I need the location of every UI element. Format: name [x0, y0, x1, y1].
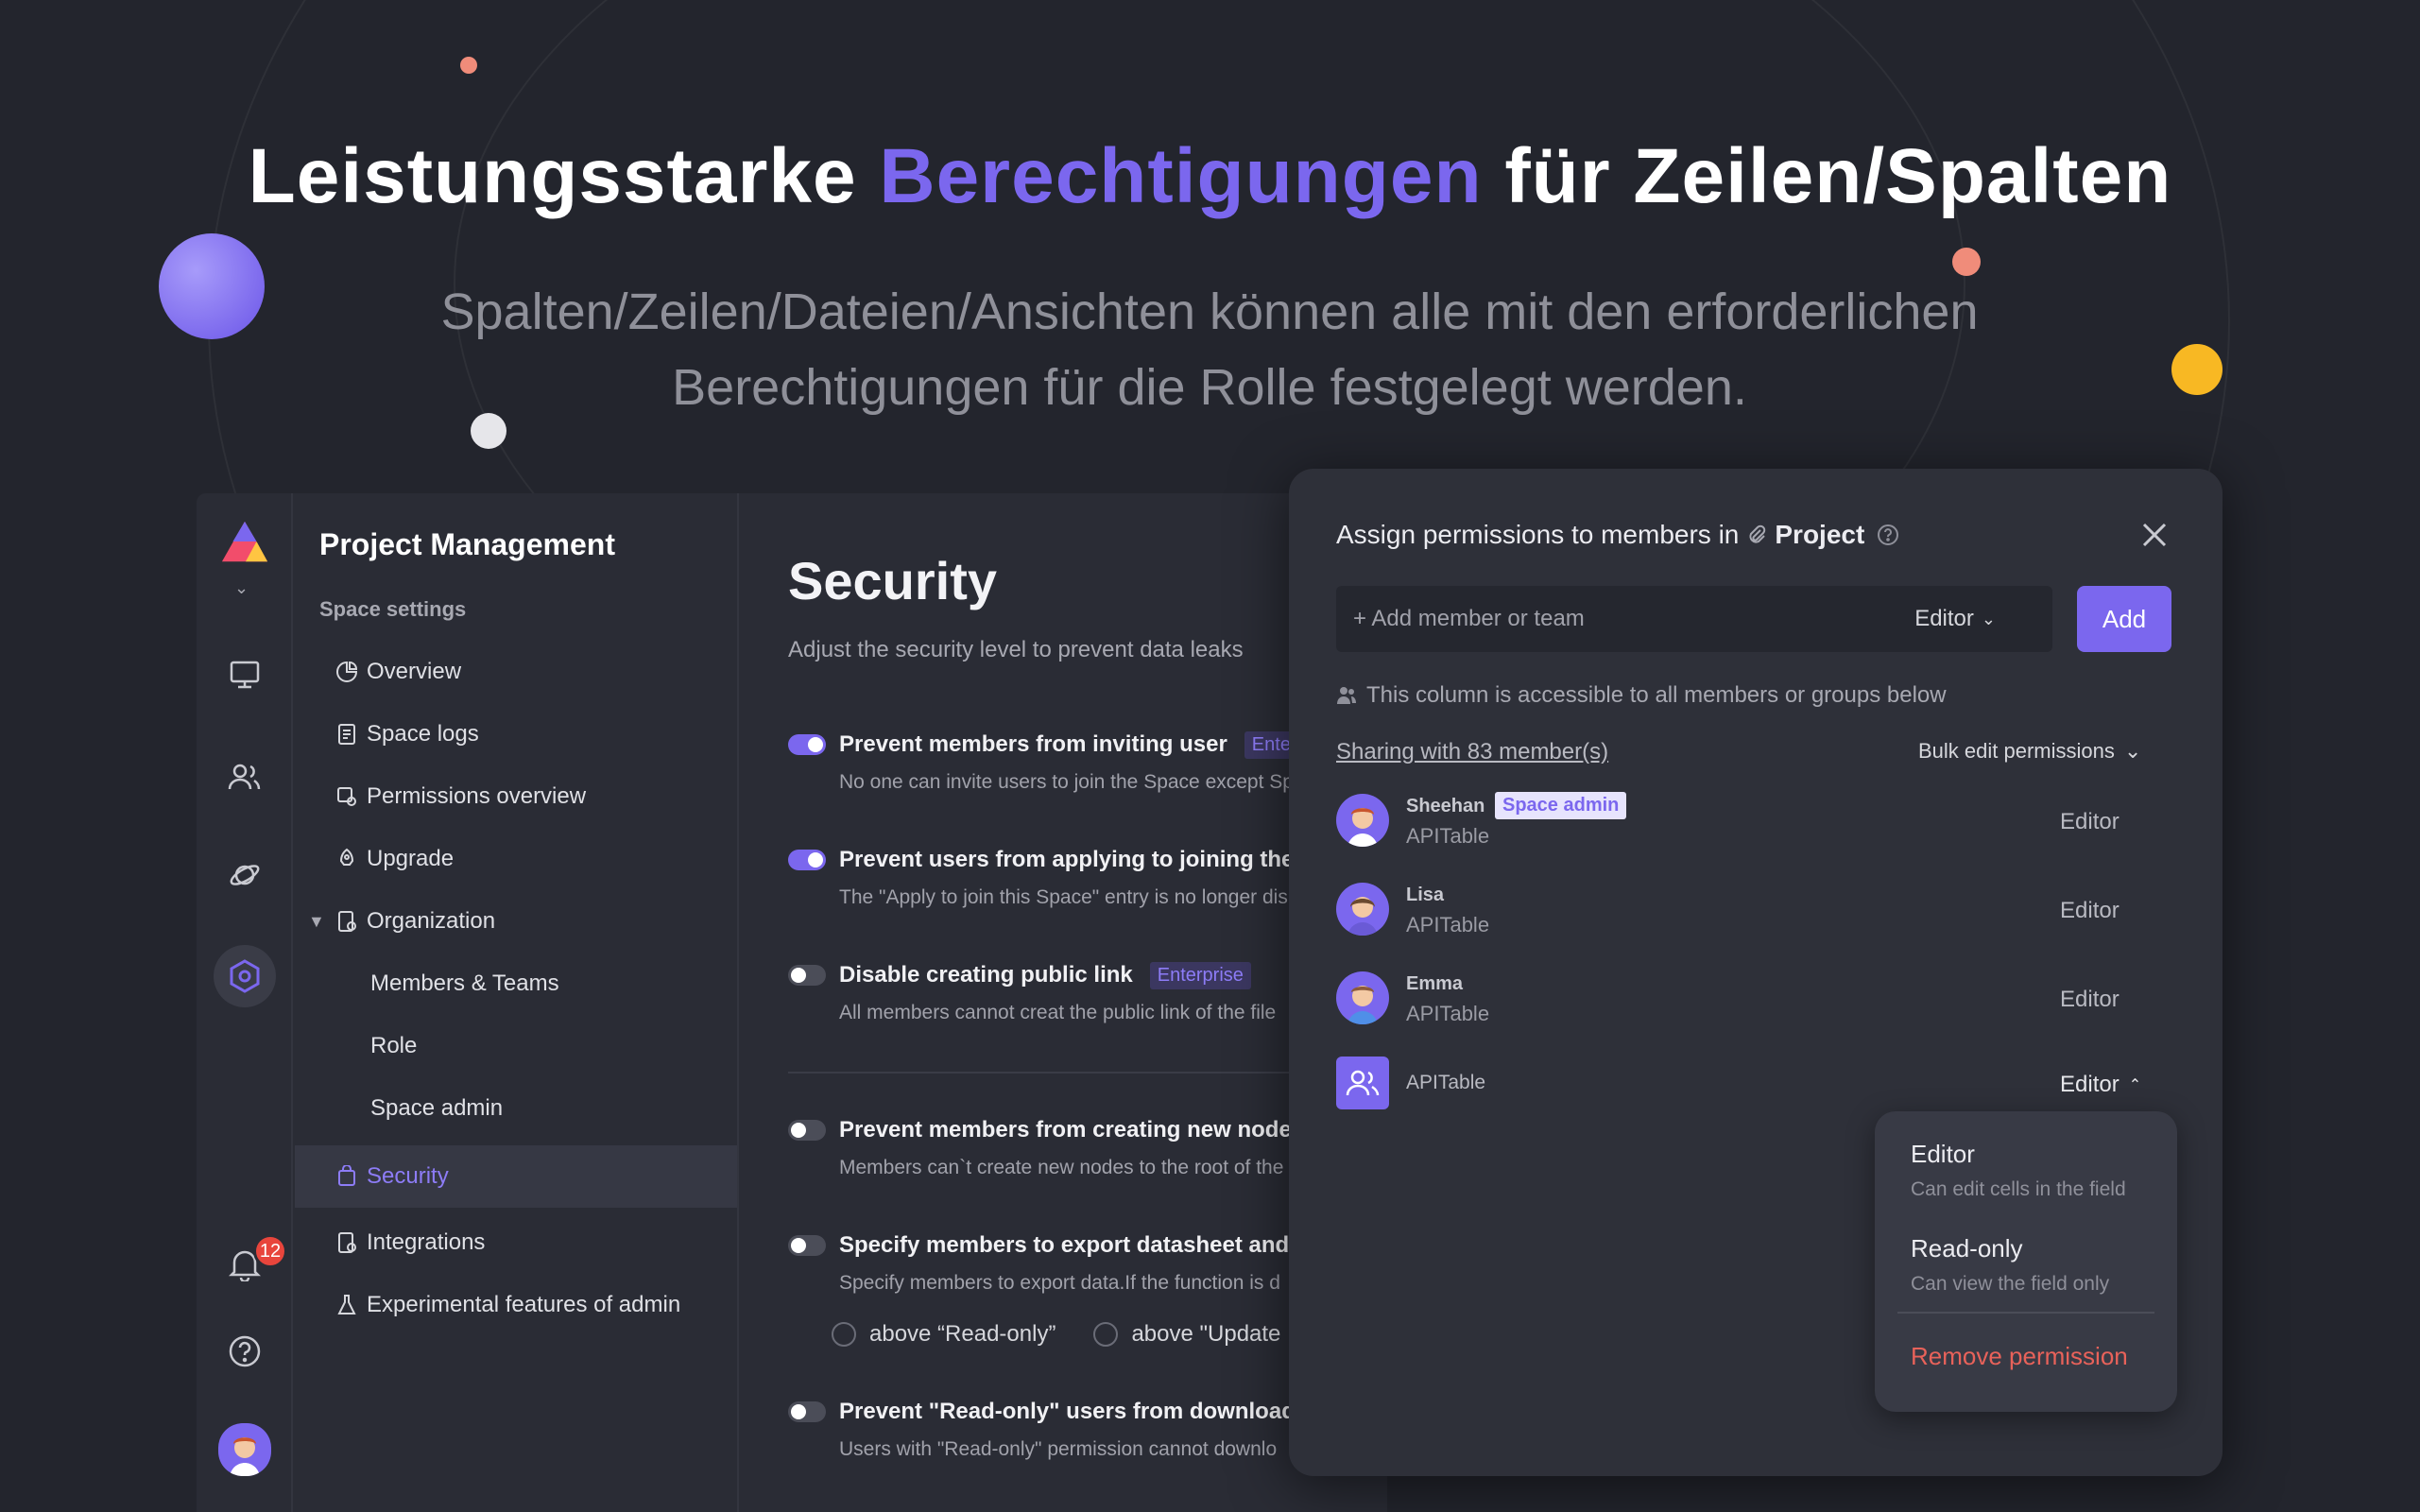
- toggle-switch[interactable]: [788, 1235, 826, 1256]
- hero-title: Leistungsstarke Berechtigungen für Zeile…: [248, 133, 2172, 219]
- permissions-icon: [335, 784, 359, 809]
- rocket-icon: [335, 847, 359, 871]
- sidebar-item-role[interactable]: Role: [295, 1015, 737, 1077]
- member-row: APITable Editor ⌃: [1336, 1057, 2168, 1113]
- plan-tag: Enterprise: [1149, 961, 1251, 989]
- section-label: Space settings: [319, 597, 467, 621]
- toggle-switch[interactable]: [788, 965, 826, 986]
- member-org: APITable: [1406, 1002, 1490, 1025]
- permission-dropdown: Editor Can edit cells in the field Read-…: [1875, 1111, 2177, 1412]
- remove-permission-option[interactable]: Remove permission: [1911, 1342, 2128, 1371]
- member-org: APITable: [1406, 824, 1490, 848]
- member-org: APITable: [1406, 913, 1490, 936]
- add-button[interactable]: Add: [2077, 586, 2171, 652]
- monitor-icon[interactable]: [220, 650, 269, 699]
- app-window: ⌄ 12 Project Management Space settings O…: [197, 493, 1387, 1512]
- sidebar-item-permissions-overview[interactable]: Permissions overview: [295, 765, 737, 828]
- sidebar-item-space-logs[interactable]: Space logs: [295, 703, 737, 765]
- sidebar-item-upgrade[interactable]: Upgrade: [295, 828, 737, 890]
- export-radio-group: above “Read-only” above "Update: [832, 1321, 1280, 1348]
- sharing-link[interactable]: Sharing with 83 member(s): [1336, 739, 1608, 765]
- chevron-up-icon: ⌃: [2128, 1077, 2142, 1093]
- chevron-down-icon: ⌄: [1981, 609, 1996, 628]
- pink-dot: [1952, 248, 1981, 276]
- member-name: Sheehan: [1406, 796, 1485, 816]
- chevron-down-icon[interactable]: ⌄: [234, 578, 249, 598]
- attachment-icon: [1746, 524, 1767, 545]
- sidebar-item-members-teams[interactable]: Members & Teams: [295, 953, 737, 1015]
- user-avatar[interactable]: [218, 1423, 271, 1476]
- members-icon[interactable]: [220, 752, 269, 801]
- radio-update[interactable]: [1093, 1322, 1119, 1347]
- team-name: APITable: [1406, 1072, 1486, 1093]
- nav-rail: ⌄ 12: [197, 493, 293, 1512]
- bulk-edit-button[interactable]: Bulk edit permissions ⌄: [1918, 739, 2141, 764]
- role-select[interactable]: Editor ⌄: [1914, 606, 1996, 632]
- option-read-only[interactable]: Read-only Can view the field only: [1911, 1234, 2109, 1296]
- page-title: Security: [788, 551, 997, 610]
- toggle-switch[interactable]: [788, 1401, 826, 1422]
- radio-read-only[interactable]: [832, 1322, 856, 1347]
- purple-orb: [159, 233, 265, 339]
- pink-dot: [460, 57, 477, 74]
- access-note: This column is accessible to all members…: [1336, 682, 1947, 709]
- yellow-dot: [2171, 344, 2223, 395]
- avatar: [1336, 794, 1389, 847]
- space-admin-badge: Space admin: [1495, 792, 1627, 819]
- member-row: Lisa APITable Editor: [1336, 883, 2168, 939]
- sidebar-item-space-admin[interactable]: Space admin: [295, 1077, 737, 1140]
- sidebar-item-organization[interactable]: ▼ Organization: [295, 890, 737, 953]
- sidebar-item-experimental[interactable]: Experimental features of admin: [295, 1274, 737, 1336]
- log-icon: [335, 722, 359, 747]
- toggle-switch[interactable]: [788, 850, 826, 870]
- project-name: Project: [1775, 520, 1865, 549]
- permission-select[interactable]: Editor: [2060, 809, 2120, 835]
- space-title: Project Management: [319, 527, 615, 561]
- shield-icon: [335, 1164, 359, 1189]
- permission-select-open[interactable]: Editor ⌃: [2060, 1072, 2141, 1098]
- member-row: Emma APITable Editor: [1336, 971, 2168, 1028]
- hero-title-accent: Berechtigungen: [879, 133, 1483, 219]
- settings-sidebar: Project Management Space settings Overvi…: [295, 493, 739, 1512]
- member-name: Lisa: [1406, 885, 1445, 905]
- chevron-down-icon: ⌄: [2123, 739, 2142, 763]
- avatar: [1336, 971, 1389, 1024]
- sidebar-item-overview[interactable]: Overview: [295, 641, 737, 703]
- member-name: Emma: [1406, 973, 1464, 994]
- add-member-input[interactable]: + Add member or team Editor ⌄: [1336, 586, 2052, 652]
- modal-title: Assign permissions to members in Project: [1336, 520, 1900, 550]
- settings-icon[interactable]: [214, 945, 276, 1007]
- divider: [1897, 1312, 2154, 1314]
- toggle-switch[interactable]: [788, 734, 826, 755]
- help-icon[interactable]: [220, 1327, 269, 1376]
- organization-icon: [335, 909, 359, 934]
- pie-chart-icon: [335, 660, 359, 684]
- logo-icon[interactable]: [220, 518, 269, 567]
- help-circle-icon[interactable]: [1876, 523, 1900, 547]
- page-description: Adjust the security level to prevent dat…: [788, 637, 1244, 662]
- close-icon[interactable]: [2136, 516, 2173, 554]
- notification-badge: 12: [253, 1234, 287, 1268]
- integrations-icon: [335, 1230, 359, 1255]
- members-icon: [1336, 685, 1357, 706]
- team-icon: [1336, 1057, 1389, 1109]
- flask-icon: [335, 1293, 359, 1317]
- planet-icon[interactable]: [220, 850, 269, 900]
- caret-down-icon[interactable]: ▼: [308, 912, 325, 932]
- permission-select[interactable]: Editor: [2060, 987, 2120, 1013]
- sidebar-item-integrations[interactable]: Integrations: [295, 1211, 737, 1274]
- toggle-switch[interactable]: [788, 1120, 826, 1141]
- sidebar-item-security[interactable]: Security: [295, 1145, 737, 1208]
- permissions-modal: Assign permissions to members in Project…: [1289, 469, 2223, 1476]
- member-row: Sheehan Space admin APITable Editor: [1336, 792, 2168, 850]
- avatar: [1336, 883, 1389, 936]
- permission-select[interactable]: Editor: [2060, 898, 2120, 924]
- option-editor[interactable]: Editor Can edit cells in the field: [1911, 1140, 2126, 1201]
- hero-subtitle: Spalten/Zeilen/Dateien/Ansichten können …: [440, 284, 1979, 416]
